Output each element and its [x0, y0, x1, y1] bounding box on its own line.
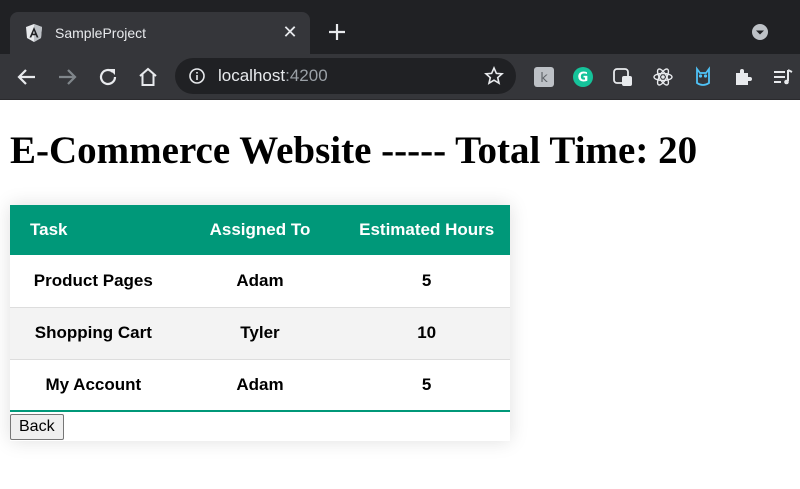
table-row: Shopping Cart Tyler 10: [10, 307, 510, 359]
svg-text:G: G: [578, 71, 589, 86]
new-tab-plus-icon[interactable]: [325, 20, 349, 44]
cell-assigned-to: Tyler: [240, 323, 280, 342]
react-devtools-icon[interactable]: [652, 66, 674, 88]
bookmark-star-icon[interactable]: [484, 66, 504, 86]
grammarly-icon[interactable]: G: [572, 66, 594, 88]
cell-estimated-hours: 10: [417, 323, 437, 342]
header-assigned-to: Assigned To: [209, 220, 311, 239]
info-icon[interactable]: [189, 68, 205, 84]
task-table: Task Assigned To Estimated Hours Product…: [10, 205, 510, 412]
table-row: My Account Adam 5: [10, 359, 510, 411]
angular-logo-icon: [26, 24, 42, 42]
url-host: localhost: [218, 66, 286, 85]
url-text[interactable]: localhost:4200: [218, 66, 328, 86]
media-queue-icon[interactable]: [772, 66, 794, 88]
back-button[interactable]: Back: [10, 414, 64, 440]
home-icon[interactable]: [136, 65, 160, 89]
header-estimated-hours: Estimated Hours: [359, 220, 495, 239]
back-arrow-icon[interactable]: [15, 65, 39, 89]
cell-estimated-hours: 5: [421, 270, 432, 290]
tab-title: SampleProject: [55, 25, 147, 41]
ext-owl-icon[interactable]: [692, 66, 714, 88]
reload-icon[interactable]: [96, 65, 120, 89]
cell-task: My Account: [45, 374, 142, 394]
table-header-row: Task Assigned To Estimated Hours: [10, 205, 510, 255]
cell-task: Product Pages: [33, 270, 153, 290]
page-viewport: E-Commerce Website ----- Total Time: 20 …: [0, 100, 800, 489]
address-bar[interactable]: localhost:4200: [175, 58, 516, 94]
cell-assigned-to: Adam: [236, 374, 284, 394]
table-row: Product Pages Adam 5: [10, 255, 510, 307]
svg-text:k: k: [540, 71, 548, 86]
browser-toolbar: localhost:4200 k G: [0, 54, 800, 100]
browser-tab-bar: SampleProject ✕: [0, 0, 800, 54]
tab-close-icon[interactable]: ✕: [280, 22, 300, 42]
puzzle-icon[interactable]: [732, 66, 754, 88]
url-port: :4200: [285, 66, 328, 85]
forward-arrow-icon[interactable]: [55, 65, 79, 89]
header-task: Task: [30, 220, 68, 239]
cell-assigned-to: Adam: [236, 270, 284, 290]
page-title: E-Commerce Website ----- Total Time: 20: [10, 129, 698, 172]
task-table-container: Task Assigned To Estimated Hours Product…: [10, 205, 510, 441]
tab-search-icon[interactable]: [751, 23, 769, 41]
ext-badge-icon[interactable]: [612, 66, 634, 88]
browser-tab[interactable]: SampleProject ✕: [10, 12, 310, 54]
cell-estimated-hours: 5: [421, 374, 432, 394]
cell-task: Shopping Cart: [34, 323, 152, 342]
ext-k-icon[interactable]: k: [533, 66, 555, 88]
